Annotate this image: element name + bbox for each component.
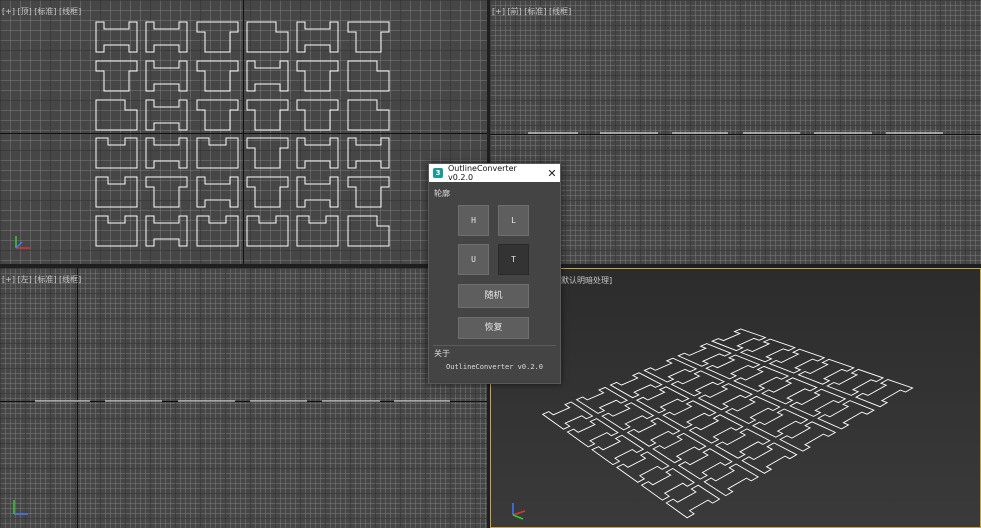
about-label: 关于 [434, 349, 450, 358]
outline-group-label: 轮廓 [434, 189, 450, 198]
perspective-view-outlines [541, 328, 914, 519]
outline-shape[interactable] [741, 442, 798, 474]
outline-shape[interactable] [626, 417, 681, 447]
outline-shape[interactable] [724, 395, 781, 425]
outline-shape[interactable] [246, 60, 289, 92]
axis-gizmo-icon [512, 503, 526, 520]
left-view-outlines [35, 400, 450, 402]
outline-shape[interactable] [196, 21, 239, 53]
outline-shape[interactable] [643, 357, 698, 383]
outline-shape[interactable] [95, 99, 138, 131]
outline-shape[interactable] [196, 60, 239, 92]
outline-shape[interactable] [697, 383, 753, 411]
outline-shape[interactable] [705, 354, 761, 380]
outline-shape[interactable] [95, 60, 138, 92]
divider [433, 345, 556, 346]
outline-shape[interactable] [296, 21, 339, 53]
outline-shape[interactable] [95, 215, 138, 247]
outline-shape[interactable] [670, 370, 726, 397]
shape-l-button[interactable]: L [498, 205, 529, 236]
outline-shape[interactable] [145, 99, 188, 131]
outline-shape[interactable] [347, 60, 390, 92]
app-logo-icon: 3 [433, 168, 443, 178]
restore-button[interactable]: 恢复 [458, 317, 529, 339]
outline-shape[interactable] [246, 215, 289, 247]
outline-shape[interactable] [296, 215, 339, 247]
outline-shape[interactable] [761, 377, 818, 405]
shape-t-button[interactable]: T [498, 244, 529, 275]
outline-shape[interactable] [575, 386, 629, 414]
outline-shape[interactable] [145, 60, 188, 92]
outline-shape[interactable] [703, 463, 759, 497]
outline-shape[interactable] [347, 215, 390, 247]
outline-shape[interactable] [768, 348, 826, 374]
viewport-front[interactable]: [+] [前] [标准] [线框] [490, 0, 981, 264]
outline-shape[interactable] [711, 328, 767, 352]
outline-shape[interactable] [95, 137, 138, 169]
outline-shape[interactable] [145, 176, 188, 208]
top-view-outlines [95, 21, 390, 247]
viewport-label-left[interactable]: [+] [左] [标准] [线框] [2, 274, 81, 285]
outline-shape[interactable] [635, 386, 690, 414]
outline-shape[interactable] [246, 137, 289, 169]
viewport-perspective[interactable]: 默认明暗处理] [490, 268, 981, 528]
outline-shape[interactable] [665, 484, 721, 519]
outline-shape[interactable] [95, 176, 138, 208]
outline-shape[interactable] [752, 408, 809, 438]
outline-shape[interactable] [296, 99, 339, 131]
outline-shape[interactable] [246, 176, 289, 208]
axis-gizmo-icon [15, 236, 30, 249]
outline-shape[interactable] [541, 401, 594, 430]
dialog-titlebar[interactable]: 3 OutlineConverter v0.2.0 ✕ [429, 164, 560, 182]
outline-shape[interactable] [145, 137, 188, 169]
outline-shape[interactable] [347, 21, 390, 53]
outline-shape[interactable] [652, 432, 707, 464]
shape-h-button[interactable]: H [458, 205, 489, 236]
random-button[interactable]: 随机 [458, 284, 529, 308]
viewport-left[interactable]: [+] [左] [标准] [线框] [0, 268, 487, 528]
outline-shape[interactable] [145, 21, 188, 53]
outline-shape[interactable] [246, 99, 289, 131]
outline-shape[interactable] [196, 137, 239, 169]
outline-shape[interactable] [640, 467, 695, 501]
viewport-top[interactable]: [+] [顶] [标准] [线框] [0, 0, 487, 264]
outline-shape[interactable] [733, 365, 790, 392]
outline-shape[interactable] [296, 176, 339, 208]
outline-shape[interactable] [714, 428, 771, 459]
viewport-label-top[interactable]: [+] [顶] [标准] [线框] [2, 6, 81, 17]
outline-shape[interactable] [566, 418, 619, 448]
outline-shape[interactable] [601, 402, 655, 431]
outline-shape[interactable] [677, 343, 732, 367]
front-view-outlines [528, 132, 943, 134]
outline-shape[interactable] [95, 21, 138, 53]
outline-shape[interactable] [196, 215, 239, 247]
outline-shape[interactable] [688, 414, 744, 444]
outline-shape[interactable] [347, 137, 390, 169]
outline-shape[interactable] [677, 448, 733, 480]
dialog-title: OutlineConverter v0.2.0 [448, 164, 517, 182]
outline-shape[interactable] [779, 421, 837, 452]
outline-shape[interactable] [296, 137, 339, 169]
outline-shape[interactable] [246, 21, 289, 53]
close-button[interactable]: ✕ [544, 167, 560, 180]
outline-shape[interactable] [739, 338, 796, 363]
outline-shape[interactable] [145, 215, 188, 247]
outline-converter-dialog: 3 OutlineConverter v0.2.0 ✕ 轮廓 H L U T 随… [428, 163, 561, 384]
outline-shape[interactable] [616, 451, 670, 483]
outline-shape[interactable] [296, 60, 339, 92]
outline-shape[interactable] [662, 400, 717, 429]
outline-shape[interactable] [797, 358, 855, 385]
viewport-label-front[interactable]: [+] [前] [标准] [线框] [492, 6, 571, 17]
shape-u-button[interactable]: U [458, 244, 489, 275]
version-text: OutlineConverter v0.2.0 [446, 363, 543, 371]
viewport-label-perspective[interactable]: 默认明暗处理] [561, 275, 612, 286]
outline-shape[interactable] [196, 176, 239, 208]
outline-shape[interactable] [609, 372, 663, 399]
outline-shape[interactable] [591, 434, 645, 466]
outline-shape[interactable] [347, 99, 390, 131]
outline-shape[interactable] [196, 99, 239, 131]
outline-shape[interactable] [347, 176, 390, 208]
axis-gizmo-icon [13, 500, 28, 515]
